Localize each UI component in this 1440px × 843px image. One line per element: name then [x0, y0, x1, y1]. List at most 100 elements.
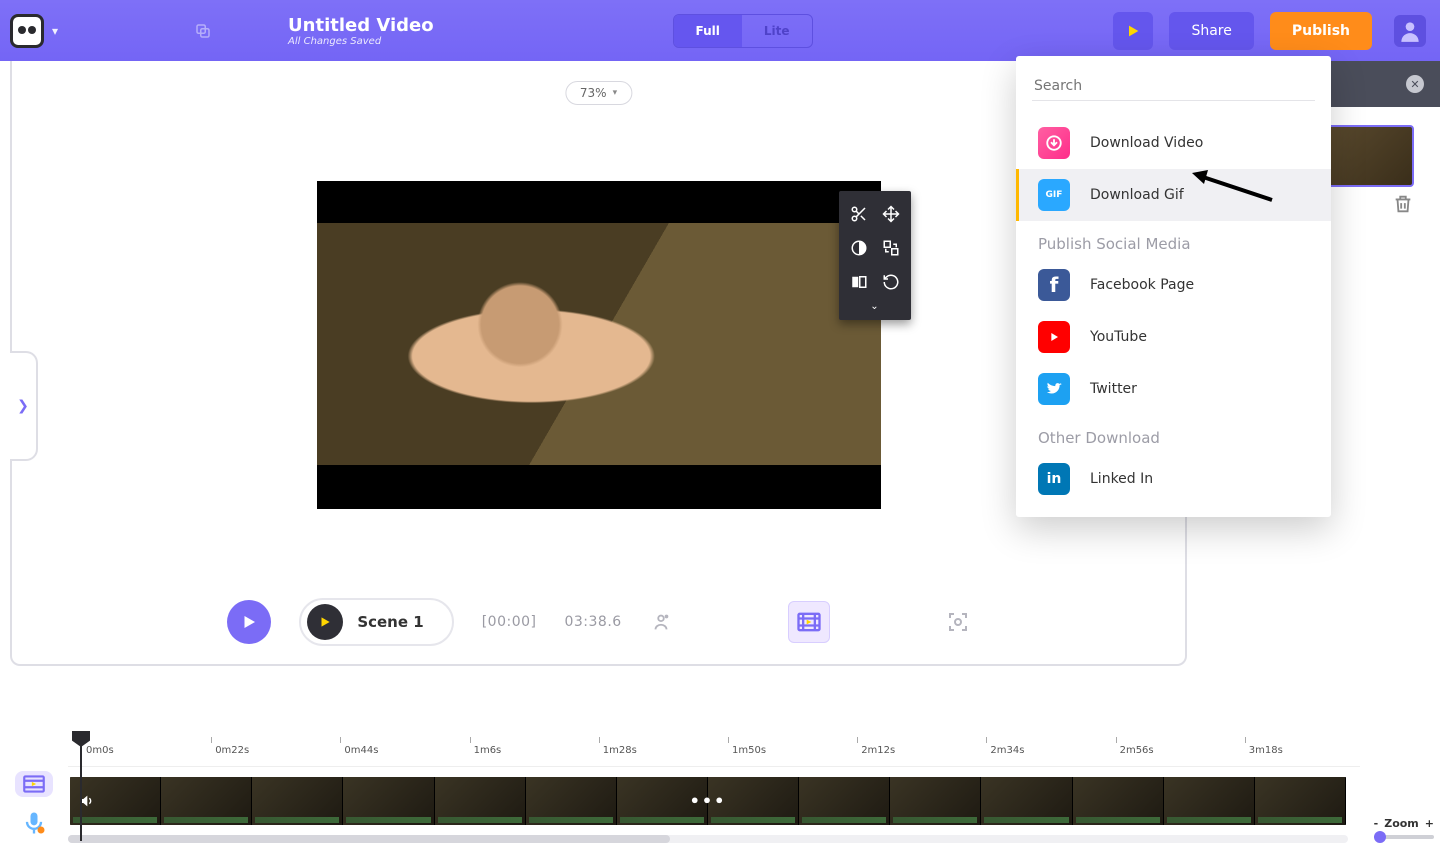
- facebook-label: Facebook Page: [1090, 277, 1194, 293]
- download-video-item[interactable]: Download Video: [1016, 117, 1331, 169]
- scene-thumbnail[interactable]: [1323, 125, 1414, 187]
- zoom-label: Zoom: [1384, 817, 1419, 830]
- youtube-label: YouTube: [1090, 329, 1147, 345]
- canvas-area: ❯ 73% ⌄: [10, 61, 1187, 666]
- close-icon[interactable]: ✕: [1406, 75, 1424, 93]
- zoom-chip[interactable]: 73%: [565, 81, 632, 105]
- clip-strip[interactable]: •••: [68, 775, 1348, 827]
- clip-frame: [890, 777, 981, 825]
- clip-frame: [343, 777, 434, 825]
- clip-frame: [1255, 777, 1346, 825]
- clip-frame: [526, 777, 617, 825]
- scene-label: Scene 1: [357, 613, 423, 631]
- logo-wrap[interactable]: ▾: [10, 14, 58, 48]
- ruler-tick: 0m44s: [344, 745, 378, 756]
- save-status: All Changes Saved: [288, 36, 434, 47]
- zoom-out-button[interactable]: -: [1374, 817, 1379, 830]
- clip-frame: [1164, 777, 1255, 825]
- time-current: [00:00]: [482, 614, 537, 630]
- twitter-item[interactable]: Twitter: [1016, 363, 1331, 415]
- header-play-button[interactable]: [1113, 12, 1153, 50]
- app-header: ▾ Untitled Video All Changes Saved Full …: [0, 0, 1440, 61]
- chevron-down-icon: ▾: [52, 24, 58, 38]
- title-block: Untitled Video All Changes Saved: [288, 15, 434, 47]
- share-button[interactable]: Share: [1169, 12, 1253, 50]
- user-avatar[interactable]: [1394, 15, 1426, 47]
- clip-frame: [1073, 777, 1164, 825]
- contrast-icon[interactable]: [848, 237, 870, 259]
- timeline-tools: [0, 737, 68, 822]
- app-logo-icon: [10, 14, 44, 48]
- playhead[interactable]: [72, 731, 90, 747]
- dropdown-section-social: Publish Social Media: [1016, 221, 1331, 259]
- split-icon[interactable]: [848, 271, 870, 293]
- expand-panel-icon[interactable]: ⌄: [839, 299, 911, 314]
- clip-menu-icon[interactable]: •••: [690, 792, 727, 811]
- ruler-tick: 3m18s: [1249, 745, 1283, 756]
- linkedin-label: Linked In: [1090, 471, 1153, 487]
- video-frame-image: [317, 223, 881, 465]
- dropdown-search-input[interactable]: [1032, 72, 1315, 101]
- timeline-body[interactable]: 0m0s0m22s0m44s1m6s1m28s1m50s2m12s2m34s2m…: [68, 737, 1360, 822]
- twitter-icon: [1038, 373, 1070, 405]
- ruler-tick: 2m56s: [1120, 745, 1154, 756]
- download-gif-icon: GIF: [1038, 179, 1070, 211]
- clip-frame: [161, 777, 252, 825]
- youtube-item[interactable]: YouTube: [1016, 311, 1331, 363]
- ruler-tick: 1m28s: [603, 745, 637, 756]
- timeline-scrollbar-thumb[interactable]: [68, 835, 670, 843]
- dropdown-section-other: Other Download: [1016, 415, 1331, 453]
- ruler-tick: 0m22s: [215, 745, 249, 756]
- person-icon[interactable]: [650, 611, 672, 633]
- linkedin-icon: in: [1038, 463, 1070, 495]
- clip-frame: [981, 777, 1072, 825]
- expand-sidebar-tab[interactable]: ❯: [10, 351, 38, 461]
- zoom-in-button[interactable]: +: [1425, 817, 1434, 830]
- swap-icon[interactable]: [880, 237, 902, 259]
- playhead-line: [80, 731, 82, 841]
- timeline-video-track-icon[interactable]: [15, 771, 53, 797]
- rotate-icon[interactable]: [880, 271, 902, 293]
- scissors-icon[interactable]: [848, 203, 870, 225]
- mode-lite-button[interactable]: Lite: [742, 15, 812, 47]
- project-title[interactable]: Untitled Video: [288, 15, 434, 36]
- zoom-control: - Zoom +: [1374, 817, 1434, 830]
- trash-icon[interactable]: [1323, 193, 1414, 221]
- twitter-label: Twitter: [1090, 381, 1137, 397]
- film-reel-button[interactable]: [788, 601, 830, 643]
- download-video-label: Download Video: [1090, 135, 1203, 151]
- facebook-icon: f: [1038, 269, 1070, 301]
- linkedin-item[interactable]: in Linked In: [1016, 453, 1331, 505]
- clip-tool-panel: ⌄: [839, 191, 911, 320]
- youtube-icon: [1038, 321, 1070, 353]
- scene-play-icon: [307, 604, 343, 640]
- ruler-tick: 0m0s: [86, 745, 114, 756]
- publish-dropdown: Download Video GIF Download Gif Publish …: [1016, 56, 1331, 517]
- time-total: 03:38.6: [564, 614, 621, 630]
- facebook-item[interactable]: f Facebook Page: [1016, 259, 1331, 311]
- copy-icon[interactable]: [194, 22, 212, 40]
- video-preview[interactable]: ⌄: [317, 181, 881, 509]
- publish-button[interactable]: Publish: [1270, 12, 1372, 50]
- ruler-tick: 2m12s: [861, 745, 895, 756]
- ruler-tick: 1m6s: [474, 745, 502, 756]
- play-all-button[interactable]: [227, 600, 271, 644]
- download-video-icon: [1038, 127, 1070, 159]
- download-gif-item[interactable]: GIF Download Gif: [1016, 169, 1331, 221]
- clip-frame: [799, 777, 890, 825]
- ruler-tick: 1m50s: [732, 745, 766, 756]
- scene-selector[interactable]: Scene 1: [299, 598, 453, 646]
- move-icon[interactable]: [880, 203, 902, 225]
- focus-icon[interactable]: [946, 610, 970, 634]
- timeline-ruler[interactable]: 0m0s0m22s0m44s1m6s1m28s1m50s2m12s2m34s2m…: [68, 737, 1360, 767]
- mode-full-button[interactable]: Full: [674, 15, 742, 47]
- timeline: 0m0s0m22s0m44s1m6s1m28s1m50s2m12s2m34s2m…: [0, 737, 1440, 822]
- clip-frame: [435, 777, 526, 825]
- timeline-scrollbar[interactable]: [68, 835, 1348, 843]
- playback-row: Scene 1 [00:00] 03:38.6: [12, 598, 1185, 646]
- mode-toggle: Full Lite: [673, 14, 813, 48]
- download-gif-label: Download Gif: [1090, 187, 1184, 203]
- zoom-slider[interactable]: [1374, 835, 1434, 839]
- timeline-audio-track-icon[interactable]: [15, 809, 53, 837]
- scene-thumbnail-preview: [1323, 125, 1414, 225]
